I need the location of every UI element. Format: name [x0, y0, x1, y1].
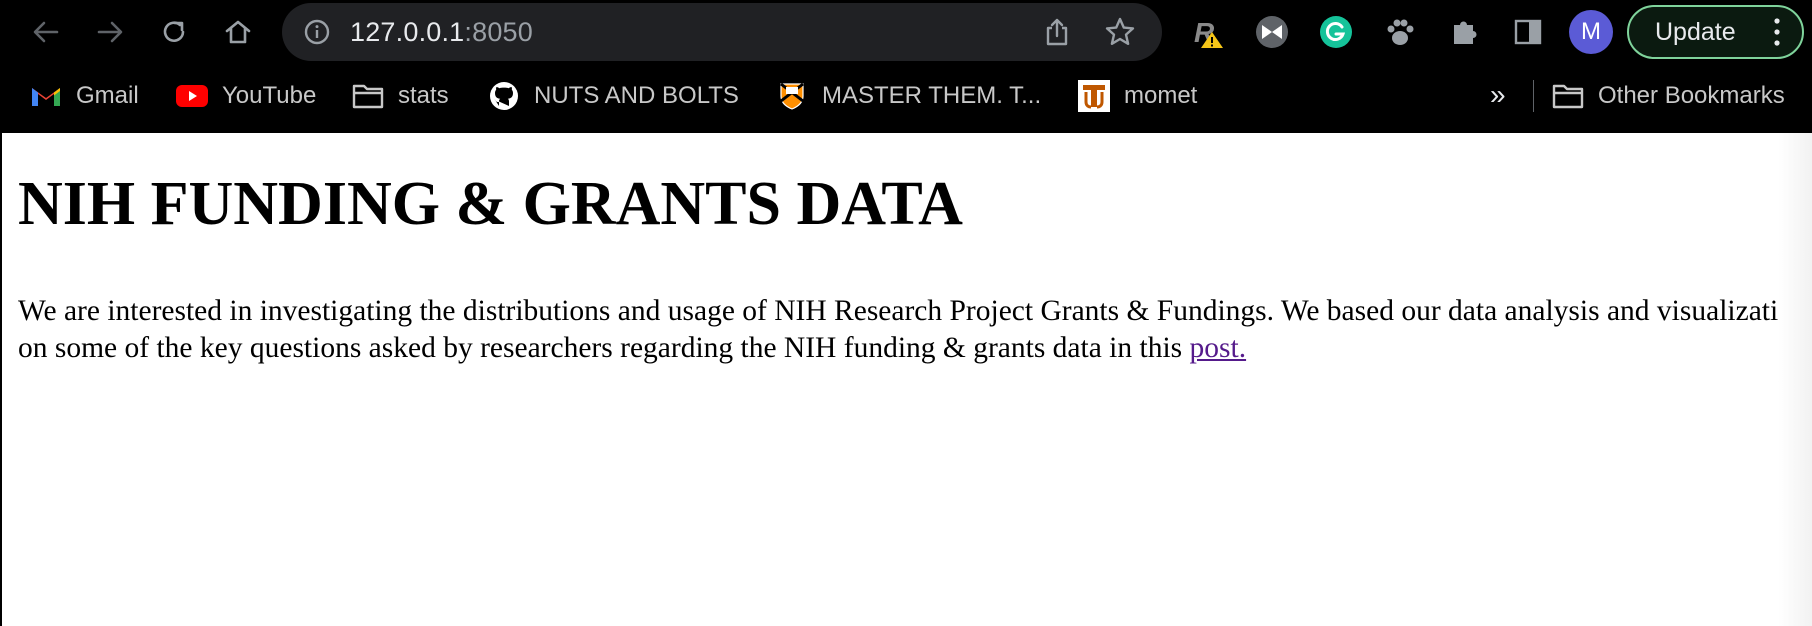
- bookmarks-divider: [1533, 80, 1534, 112]
- reload-icon: [163, 21, 185, 42]
- bookmarks-bar: Gmail YouTube stats NUTS AND BOLTS MASTE…: [0, 64, 1812, 133]
- folder-icon: [1552, 80, 1584, 112]
- github-icon: [488, 80, 520, 112]
- update-label: Update: [1655, 18, 1736, 46]
- post-link[interactable]: post.: [1190, 332, 1247, 364]
- back-button[interactable]: [28, 14, 64, 50]
- other-bookmarks[interactable]: Other Bookmarks: [1552, 64, 1785, 128]
- forward-arrow-icon: [97, 21, 123, 43]
- puzzle-extensions-icon[interactable]: [1446, 14, 1482, 50]
- side-panel-icon[interactable]: [1510, 14, 1546, 50]
- url-host: 127.0.0.1: [350, 17, 465, 47]
- update-button[interactable]: Update: [1627, 5, 1804, 59]
- reload-button[interactable]: [156, 14, 192, 50]
- url-port: :8050: [464, 17, 533, 47]
- page-scroll-edge: [1778, 133, 1812, 626]
- folder-icon: [352, 80, 384, 112]
- intro-text: We are interested in investigating the d…: [18, 295, 1808, 364]
- bowtie-extension-icon[interactable]: [1254, 14, 1290, 50]
- bookmark-momet[interactable]: momet: [1078, 64, 1197, 128]
- bookmark-label: stats: [398, 82, 449, 109]
- bookmark-label: Gmail: [76, 82, 139, 109]
- home-button[interactable]: [220, 14, 256, 50]
- grammarly-icon[interactable]: [1318, 14, 1354, 50]
- home-icon: [225, 20, 251, 44]
- intro-paragraph: We are interested in investigating the d…: [18, 293, 1812, 367]
- bookmark-youtube[interactable]: YouTube: [176, 64, 316, 128]
- bookmark-master-them[interactable]: MASTER THEM. T...: [776, 64, 1041, 128]
- bookmarks-overflow-button[interactable]: »: [1490, 64, 1506, 128]
- address-bar[interactable]: 127.0.0.1:8050: [282, 3, 1162, 61]
- page-content: NIH FUNDING & GRANTS DATA We are interes…: [0, 133, 1812, 626]
- url-text[interactable]: 127.0.0.1:8050: [350, 3, 533, 61]
- bookmark-gmail[interactable]: Gmail: [30, 64, 139, 128]
- browser-chrome: 127.0.0.1:8050 R M Update Gmail YouTube …: [0, 0, 1812, 133]
- other-bookmarks-label: Other Bookmarks: [1598, 82, 1785, 109]
- bookmark-star-icon[interactable]: [1104, 16, 1136, 48]
- profile-avatar[interactable]: M: [1569, 10, 1613, 54]
- princeton-shield-icon: [776, 80, 808, 112]
- bookmark-stats[interactable]: stats: [352, 64, 449, 128]
- share-icon[interactable]: [1042, 17, 1072, 47]
- profile-initial: M: [1581, 18, 1601, 45]
- youtube-icon: [176, 80, 208, 112]
- ut-logo-icon: [1078, 80, 1110, 112]
- more-menu-icon[interactable]: [1772, 17, 1782, 47]
- page-title: NIH FUNDING & GRANTS DATA: [18, 170, 963, 238]
- bookmark-label: MASTER THEM. T...: [822, 82, 1042, 109]
- site-info-icon[interactable]: [304, 19, 330, 45]
- forward-button[interactable]: [92, 14, 128, 50]
- bookmark-label: momet: [1124, 82, 1198, 109]
- gmail-icon: [30, 80, 62, 112]
- browser-toolbar: 127.0.0.1:8050 R M Update: [0, 0, 1812, 64]
- bookmark-nuts-and-bolts[interactable]: NUTS AND BOLTS: [488, 64, 739, 128]
- bookmark-label: YouTube: [222, 82, 317, 109]
- paw-extension-icon[interactable]: [1382, 14, 1418, 50]
- rhymezone-warning-icon[interactable]: R: [1190, 14, 1226, 50]
- bookmark-label: NUTS AND BOLTS: [534, 82, 739, 109]
- back-arrow-icon: [33, 21, 59, 43]
